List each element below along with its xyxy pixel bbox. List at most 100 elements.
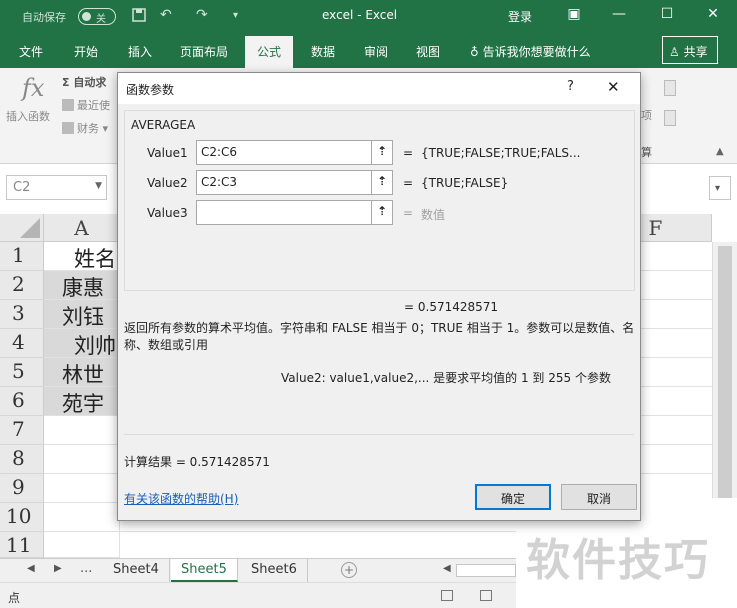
row-header[interactable]: 10 <box>0 503 44 532</box>
argument-result: {TRUE;FALSE} <box>421 176 509 190</box>
tab-page-layout[interactable]: 页面布局 <box>180 43 228 60</box>
autosum-label: 自动求 <box>73 76 107 89</box>
cell-a10[interactable] <box>44 503 120 532</box>
function-name: AVERAGEA <box>131 118 196 132</box>
argument-label: Value1 <box>147 146 188 160</box>
value2-input[interactable]: C2:C3 <box>196 170 372 195</box>
autosave-state: 关 <box>96 14 106 25</box>
finance-label: 财务 <box>77 122 99 135</box>
lightbulb-icon: ♁ <box>470 45 483 59</box>
help-icon[interactable]: ? <box>567 79 574 94</box>
name-box[interactable]: C2 ▼ <box>6 175 107 200</box>
page-layout-view-icon[interactable] <box>480 590 492 601</box>
value1-input[interactable]: C2:C6 <box>196 140 372 165</box>
sheet-tab-sheet6[interactable]: Sheet6 <box>241 559 308 582</box>
customize-qat-icon[interactable]: ▾ <box>233 10 238 21</box>
column-header-a[interactable]: A <box>44 214 120 242</box>
normal-view-icon[interactable] <box>441 590 453 601</box>
add-sheet-icon[interactable]: + <box>341 562 357 578</box>
dialog-title: 函数参数 <box>126 83 175 97</box>
tab-view[interactable]: 视图 <box>416 43 440 60</box>
ribbon-tabs: 文件 开始 插入 页面布局 公式 数据 审阅 视图 ♁ 告诉我你想要做什么 ♙ … <box>0 33 737 68</box>
tab-data[interactable]: 数据 <box>311 43 335 60</box>
ok-button[interactable]: 确定 <box>475 484 551 510</box>
autosave-toggle[interactable]: 关 <box>78 8 116 25</box>
horizontal-scrollbar[interactable] <box>456 564 516 577</box>
close-icon[interactable]: ✕ <box>607 78 620 96</box>
row-header[interactable]: 1 <box>0 242 44 271</box>
row-header[interactable]: 4 <box>0 329 44 358</box>
cell-a1[interactable]: 姓名 <box>44 242 120 271</box>
row-header[interactable]: 6 <box>0 387 44 416</box>
function-help-link[interactable]: 有关该函数的帮助(H) <box>124 490 238 507</box>
cancel-button[interactable]: 取消 <box>561 484 637 510</box>
save-icon[interactable] <box>131 7 147 27</box>
row-header[interactable]: 5 <box>0 358 44 387</box>
status-mode: 点 <box>8 591 21 605</box>
cell-a5[interactable]: 林世 <box>44 358 120 387</box>
cell-a7[interactable] <box>44 416 120 445</box>
calc-sheet-icon[interactable] <box>664 110 676 126</box>
finance-button[interactable]: 财务 ▾ <box>62 120 108 136</box>
arguments-group: AVERAGEA Value1 C2:C6 ⇡ = {TRUE;FALSE;TR… <box>124 110 635 291</box>
collapse-dialog-icon[interactable]: ⇡ <box>371 170 393 195</box>
row-header[interactable]: 7 <box>0 416 44 445</box>
cell-a3[interactable]: 刘钰 <box>44 300 120 329</box>
tab-insert[interactable]: 插入 <box>128 43 152 60</box>
autosum-button[interactable]: Σ 自动求 <box>62 74 106 90</box>
value3-input[interactable] <box>196 200 372 225</box>
cell-a6[interactable]: 苑宇 <box>44 387 120 416</box>
tab-home[interactable]: 开始 <box>74 43 98 60</box>
hscroll-left-icon[interactable]: ◀ <box>443 563 451 574</box>
toggle-knob <box>82 12 91 21</box>
minimize-icon[interactable]: — <box>609 6 629 22</box>
cell-a8[interactable] <box>44 445 120 474</box>
equals-sign: = <box>403 146 414 160</box>
equals-sign: = <box>403 206 414 220</box>
ribbon-display-icon[interactable]: ▣ <box>564 6 584 22</box>
login-link[interactable]: 登录 <box>508 8 532 25</box>
tab-file[interactable]: 文件 <box>19 43 43 60</box>
recent-functions-button[interactable]: 最近使 <box>62 97 110 113</box>
share-button[interactable]: ♙ 共享 <box>662 36 718 64</box>
row-header[interactable]: 2 <box>0 271 44 300</box>
redo-icon[interactable]: ↷ <box>196 7 208 23</box>
prev-sheet-icon[interactable]: ◀ <box>27 563 35 574</box>
cell-a2[interactable]: 康惠 <box>44 271 120 300</box>
equals-sign: = <box>403 176 414 190</box>
undo-icon[interactable]: ↶ <box>160 7 172 23</box>
expand-formula-bar-icon[interactable]: ▾ <box>709 176 731 200</box>
row-header[interactable]: 11 <box>0 532 44 558</box>
cell-a9[interactable] <box>44 474 120 503</box>
scrollbar-thumb[interactable] <box>718 246 732 526</box>
row-header[interactable]: 9 <box>0 474 44 503</box>
more-sheets-ellipsis[interactable]: ... <box>80 561 92 576</box>
insert-function-label[interactable]: 插入函数 <box>6 108 50 124</box>
tell-me-search[interactable]: ♁ 告诉我你想要做什么 <box>470 43 591 60</box>
maximize-icon[interactable]: ☐ <box>657 6 677 22</box>
insert-function-icon[interactable]: fx <box>22 74 44 102</box>
argument-description: Value2: value1,value2,... 是要求平均值的 1 到 25… <box>281 371 611 385</box>
calculation-result: 计算结果 = 0.571428571 <box>124 455 270 469</box>
recent-icon <box>62 99 74 111</box>
tell-me-text: 告诉我你想要做什么 <box>482 45 591 59</box>
row-header[interactable]: 8 <box>0 445 44 474</box>
select-all-corner[interactable] <box>0 214 44 242</box>
calculator-icon[interactable] <box>664 80 676 96</box>
collapse-dialog-icon[interactable]: ⇡ <box>371 140 393 165</box>
dialog-title-bar[interactable]: 函数参数 ? ✕ <box>118 73 640 104</box>
cell-a11[interactable] <box>44 532 120 558</box>
tab-formulas[interactable]: 公式 <box>245 36 294 68</box>
row-header[interactable]: 3 <box>0 300 44 329</box>
share-label: 共享 <box>683 45 708 59</box>
options-label[interactable]: 项 <box>641 107 652 123</box>
sheet-tab-sheet5[interactable]: Sheet5 <box>171 559 238 582</box>
next-sheet-icon[interactable]: ▶ <box>54 563 62 574</box>
cell-a4[interactable]: 刘帅 <box>44 329 120 358</box>
collapse-dialog-icon[interactable]: ⇡ <box>371 200 393 225</box>
argument-label: Value3 <box>147 206 188 220</box>
window-close-icon[interactable]: ✕ <box>703 6 723 22</box>
tab-review[interactable]: 审阅 <box>364 43 388 60</box>
collapse-ribbon-icon[interactable]: ▲ <box>716 146 724 157</box>
sheet-tab-sheet4[interactable]: Sheet4 <box>103 559 170 582</box>
